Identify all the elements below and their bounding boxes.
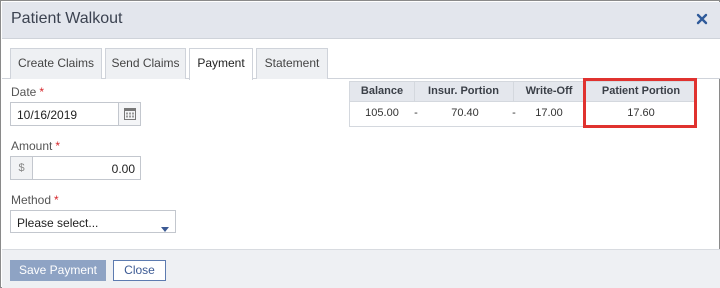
dropdown-caret-icon[interactable]	[161, 219, 169, 237]
patient-portion-highlight	[583, 78, 697, 128]
amount-field[interactable]: $ 0.00	[10, 156, 141, 180]
method-label: Method *	[11, 193, 59, 207]
date-required-mark: *	[39, 85, 45, 99]
amount-label-text: Amount	[11, 139, 53, 153]
date-field[interactable]: 10/16/2019	[10, 102, 141, 126]
header-insur-portion: Insur. Portion	[428, 85, 499, 97]
tab-statement[interactable]: Statement	[256, 48, 328, 79]
amount-label: Amount *	[11, 139, 60, 153]
header-write-off: Write-Off	[525, 85, 573, 97]
tab-send-claims[interactable]: Send Claims	[105, 48, 186, 79]
close-button[interactable]: Close	[113, 260, 166, 281]
method-label-text: Method	[11, 193, 52, 207]
amount-value: 0.00	[111, 162, 135, 176]
date-value: 10/16/2019	[17, 108, 78, 122]
insur-portion-value: 70.40	[451, 107, 479, 119]
method-select[interactable]: Please select...	[10, 210, 176, 233]
close-icon[interactable]	[694, 11, 710, 27]
minus-operator: -	[414, 107, 418, 119]
dialog-footer: Save Payment Close	[2, 249, 720, 288]
method-value: Please select...	[17, 216, 99, 230]
dialog-titlebar: Patient Walkout	[2, 2, 720, 39]
calendar-icon[interactable]	[118, 103, 140, 125]
balance-value: 105.00	[365, 107, 399, 119]
tab-create-claims[interactable]: Create Claims	[10, 48, 102, 79]
date-label: Date *	[11, 85, 44, 99]
patient-walkout-dialog: Patient Walkout Create Claims Send Claim…	[0, 0, 720, 288]
header-balance: Balance	[360, 85, 404, 97]
tab-payment[interactable]: Payment	[189, 48, 253, 80]
method-required-mark: *	[54, 193, 59, 207]
currency-prefix: $	[11, 157, 33, 179]
date-label-text: Date	[11, 85, 37, 99]
save-payment-button[interactable]: Save Payment	[10, 260, 106, 281]
tab-bar: Create Claims Send Claims Payment Statem…	[2, 39, 720, 80]
dialog-title: Patient Walkout	[11, 10, 123, 27]
amount-required-mark: *	[55, 139, 61, 153]
write-off-value: 17.00	[535, 107, 563, 119]
